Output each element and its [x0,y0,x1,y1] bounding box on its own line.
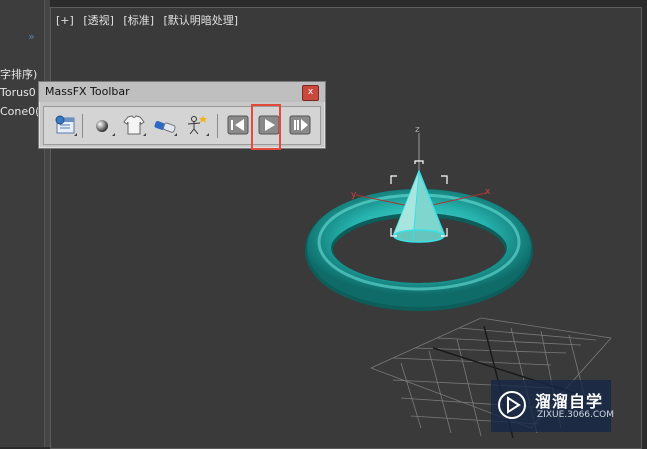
axis-x-label: x [485,187,491,197]
step-icon [289,115,311,135]
reset-icon [227,115,249,135]
expand-chevron-icon[interactable]: » [28,30,35,43]
list-item-torus[interactable]: Torus0 [0,86,36,99]
world-parameters-button[interactable] [52,112,78,138]
step-simulation-button[interactable] [287,112,313,138]
close-button[interactable]: x [302,85,319,101]
massfx-toolbar-window[interactable]: MassFX Toolbar x [38,81,326,149]
sort-header[interactable]: 字排序) [0,66,37,82]
scene-explorer-panel: » 字排序) Torus0 Cone0( [0,0,45,447]
toolbar-separator [217,114,218,138]
constraint-icon [154,121,177,136]
rigid-body-button[interactable] [90,112,116,138]
shirt-icon [123,115,146,136]
reset-simulation-button[interactable] [225,112,251,138]
brand-logo-icon [498,391,526,419]
axis-y-label: y [351,190,357,200]
ragdoll-icon [187,115,209,136]
watermark: 溜溜自学 ZIXUE.3066.COM [491,380,615,432]
highlight-box [251,104,281,150]
constraint-button[interactable] [152,112,178,138]
ragdoll-button[interactable] [184,112,210,138]
watermark-brand: 溜溜自学 [535,392,604,411]
toolbar-title: MassFX Toolbar [45,85,130,98]
toolbar-separator [82,114,83,138]
watermark-url: ZIXUE.3066.COM [537,410,615,420]
world-parameters-icon [55,115,77,136]
list-item-cone[interactable]: Cone0( [0,105,39,118]
axis-z-label: z [415,125,420,135]
sphere-icon [96,120,115,136]
cloth-button[interactable] [121,112,147,138]
toolbar-titlebar[interactable]: MassFX Toolbar x [39,82,325,102]
